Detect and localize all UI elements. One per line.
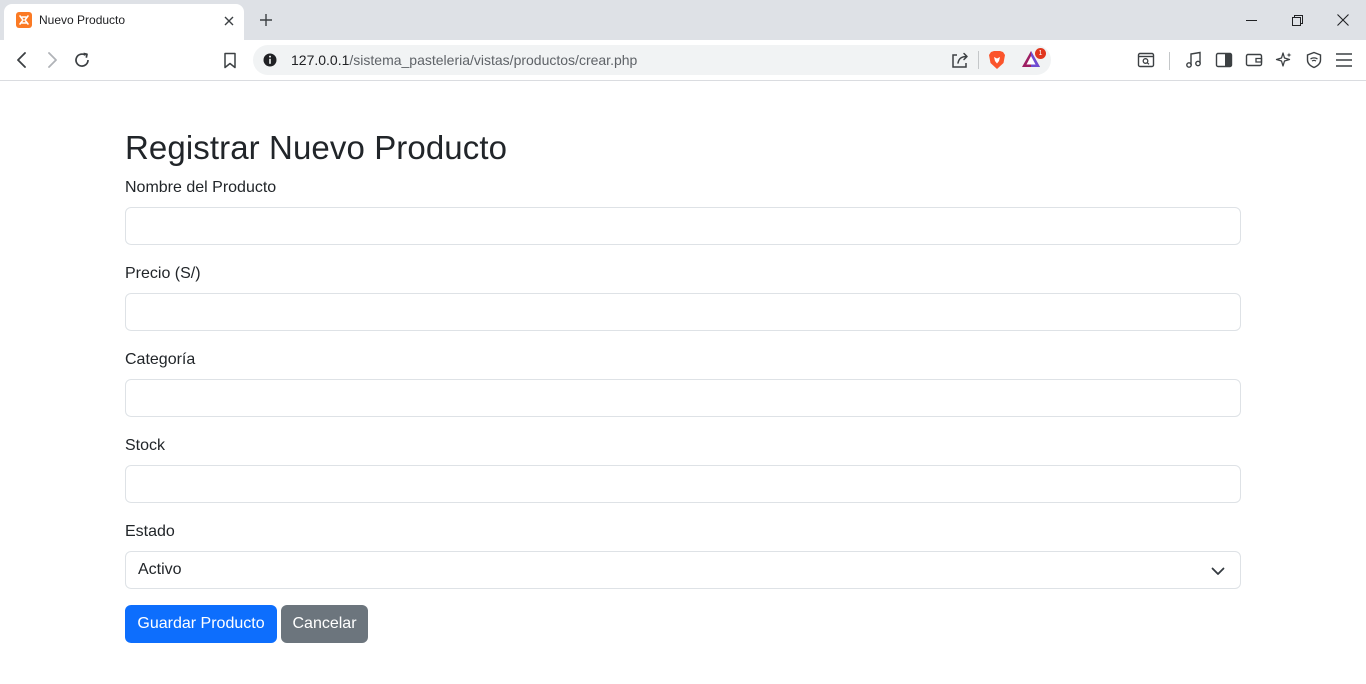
tab-close-icon[interactable]: [220, 12, 238, 30]
product-name-label: Nombre del Producto: [125, 179, 277, 196]
rewards-count-badge: 1: [1035, 48, 1046, 59]
share-icon[interactable]: [949, 49, 971, 71]
new-tab-icon[interactable]: [256, 10, 276, 30]
status-select[interactable]: Activo: [125, 551, 1241, 589]
menu-hamburger-icon[interactable]: [1333, 49, 1355, 71]
restore-icon[interactable]: [1285, 8, 1309, 32]
url-path: /sistema_pasteleria/vistas/productos/cre…: [349, 52, 638, 68]
brave-rewards-icon[interactable]: 1: [1019, 48, 1046, 72]
close-window-icon[interactable]: [1331, 8, 1355, 32]
tab-title: Nuevo Producto: [39, 13, 126, 27]
category-label: Categoría: [125, 351, 196, 368]
chevron-down-icon: [1211, 567, 1225, 575]
cancel-button[interactable]: Cancelar: [281, 605, 368, 643]
toolbar-divider: [1169, 52, 1170, 70]
status-label: Estado: [125, 523, 175, 540]
minimize-icon[interactable]: [1239, 8, 1263, 32]
back-icon[interactable]: [11, 49, 33, 71]
site-info-icon[interactable]: [262, 52, 278, 68]
media-music-icon[interactable]: [1183, 49, 1205, 71]
url-text: 127.0.0.1/sistema_pasteleria/vistas/prod…: [291, 52, 637, 68]
stock-label: Stock: [125, 437, 166, 454]
vpn-shield-icon[interactable]: [1303, 49, 1325, 71]
brave-shields-icon[interactable]: [986, 49, 1008, 71]
tab-strip: Nuevo Producto: [0, 0, 1366, 40]
xampp-favicon-icon: [16, 12, 32, 28]
url-host: 127.0.0.1: [291, 52, 350, 68]
price-input[interactable]: [125, 293, 1241, 331]
tab-search-icon[interactable]: [1135, 49, 1157, 71]
browser-toolbar: 127.0.0.1/sistema_pasteleria/vistas/prod…: [0, 40, 1366, 81]
category-input[interactable]: [125, 379, 1241, 417]
sidebar-toggle-icon[interactable]: [1213, 49, 1235, 71]
reload-icon[interactable]: [71, 49, 93, 71]
save-product-button[interactable]: Guardar Producto: [125, 605, 277, 643]
status-selected-value: Activo: [138, 561, 182, 578]
wallet-icon[interactable]: [1243, 49, 1265, 71]
forward-icon[interactable]: [41, 49, 63, 71]
leo-ai-icon[interactable]: [1273, 49, 1295, 71]
price-label: Precio (S/): [125, 265, 201, 282]
bookmark-icon[interactable]: [219, 49, 241, 71]
address-bar[interactable]: 127.0.0.1/sistema_pasteleria/vistas/prod…: [253, 45, 1051, 75]
stock-input[interactable]: [125, 465, 1241, 503]
page-title: Registrar Nuevo Producto: [125, 129, 508, 166]
omnibox-divider: [978, 51, 979, 69]
product-name-input[interactable]: [125, 207, 1241, 245]
browser-tab[interactable]: Nuevo Producto: [4, 4, 244, 40]
